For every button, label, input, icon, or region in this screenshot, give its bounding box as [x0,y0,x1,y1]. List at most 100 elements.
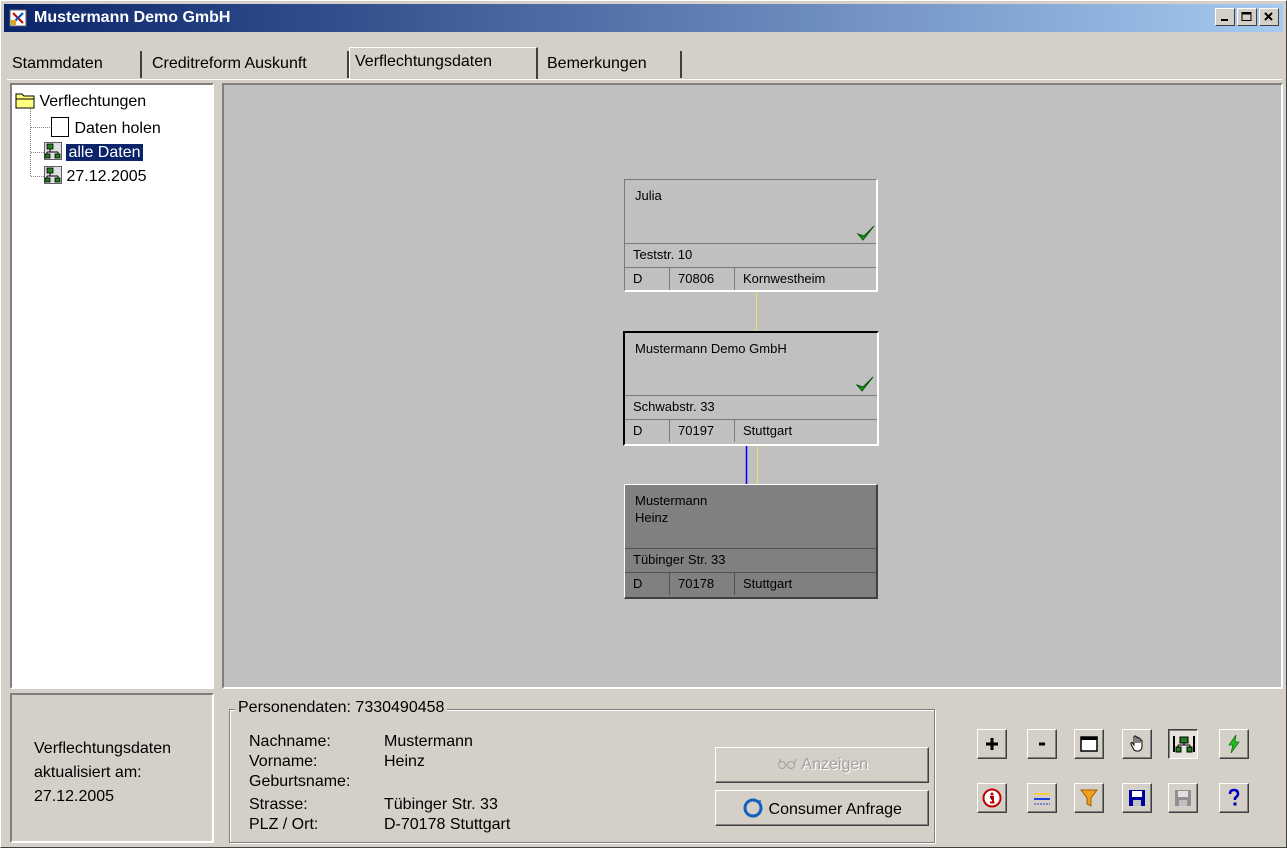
label-plz-ort: PLZ / Ort: [249,816,319,833]
tab-creditreform-auskunft[interactable]: Creditreform Auskunft [147,51,349,78]
app-icon [9,9,27,27]
filter-icon [1080,789,1098,807]
help-icon [1228,788,1240,806]
save-button[interactable] [1122,783,1152,813]
title-bar[interactable]: Mustermann Demo GmbH [4,4,1283,32]
folder-icon [15,93,35,109]
node-zip: 70178 [669,573,734,595]
status-text: Verflechtungsdaten aktualisiert am: 27.1… [34,737,171,809]
consumer-anfrage-button[interactable]: Consumer Anfrage [715,790,929,826]
maximize-icon [1241,12,1252,21]
tree-root-label: Verflechtungen [39,93,147,110]
anzeigen-button[interactable]: Anzeigen [715,747,929,783]
tab-label: Bemerkungen [547,55,647,72]
entity-node-mustermann-heinz[interactable]: Mustermann Heinz Tübinger Str. 33 D 7017… [624,484,878,599]
tree-item-label-selected: alle Daten [66,144,143,161]
status-line-3: 27.12.2005 [34,788,115,805]
refresh-circle-icon [743,798,763,818]
node-country: D [633,271,643,286]
hand-icon [1130,735,1143,752]
window-icon [1080,736,1098,752]
info-icon [982,788,1002,808]
tab-label: Verflechtungsdaten [355,53,492,70]
window-title: Mustermann Demo GmbH [34,9,231,26]
anzeigen-label: Anzeigen [801,756,869,773]
tab-bemerkungen[interactable]: Bemerkungen [542,51,682,78]
legend-button[interactable] [1027,783,1057,813]
app-window: Mustermann Demo GmbH Stammdaten Creditre… [0,0,1287,848]
node-city: Stuttgart [734,573,877,595]
checkmark-icon [855,376,874,392]
minimize-icon [1221,19,1228,21]
lines-icon [1034,793,1050,805]
person-data-title: Personendaten: 7330490458 [235,699,448,717]
label-geburtsname: Geburtsname: [249,773,351,790]
checkmark-icon [856,225,875,241]
tree-panel[interactable]: Verflechtungen Daten holen alle Daten 27… [10,83,214,689]
plus-icon [986,738,998,750]
node-country: D [633,423,643,438]
graph-canvas[interactable]: Julia Teststr. 10 D 70806 Kornwestheim M… [222,83,1283,689]
lightning-icon [1228,734,1240,754]
value-vorname: Heinz [384,753,425,770]
close-icon [1264,12,1273,21]
node-name: Mustermann Heinz [635,492,707,526]
minimize-button[interactable] [1215,8,1235,26]
tab-label: Creditreform Auskunft [152,55,307,72]
tree-item-label: 27.12.2005 [66,168,147,185]
save-disabled-button[interactable] [1168,783,1198,813]
node-address: D 70806 Kornwestheim [625,267,876,290]
empty-document-icon [51,117,69,137]
filter-button[interactable] [1074,783,1104,813]
node-street: Teststr. 10 [625,243,876,266]
glasses-icon [777,758,797,769]
value-strasse: Tübinger Str. 33 [384,796,498,813]
network-icon [1173,736,1195,753]
label-nachname: Nachname: [249,733,331,750]
consumer-anfrage-label: Consumer Anfrage [768,801,902,818]
node-country: D [633,576,643,591]
close-button[interactable] [1259,8,1279,26]
tree-item-label: Daten holen [74,120,161,137]
node-address: D 70178 Stuttgart [625,572,876,595]
node-street-text: Schwabstr. 33 [633,399,715,414]
node-zip: 70197 [669,420,734,442]
tree-item-daten-holen[interactable]: Daten holen [50,116,161,139]
maximize-button[interactable] [1237,8,1257,26]
refresh-data-button[interactable] [1219,729,1249,759]
minus-icon [1039,742,1045,746]
pan-tool-button[interactable] [1122,729,1152,759]
value-nachname: Mustermann [384,733,473,750]
tree-item-27-12-2005[interactable]: 27.12.2005 [44,166,147,187]
entity-node-julia[interactable]: Julia Teststr. 10 D 70806 Kornwestheim [624,179,878,292]
label-strasse: Strasse: [249,796,308,813]
node-city: Kornwestheim [734,268,879,290]
zoom-out-button[interactable] [1027,729,1057,759]
tab-stammdaten[interactable]: Stammdaten [7,51,142,78]
node-city: Stuttgart [734,420,879,442]
node-zip: 70806 [669,268,734,290]
node-street-text: Tübinger Str. 33 [633,552,726,567]
node-name-line1: Mustermann [635,493,708,508]
tree-root[interactable]: Verflechtungen [15,91,146,112]
info-button[interactable] [977,783,1007,813]
fit-window-button[interactable] [1074,729,1104,759]
tree-item-alle-daten[interactable]: alle Daten [44,142,143,163]
save-disabled-icon [1175,790,1191,806]
status-line-1: Verflechtungsdaten [34,740,171,757]
label-vorname: Vorname: [249,753,318,770]
zoom-in-button[interactable] [977,729,1007,759]
help-button[interactable] [1219,783,1249,813]
value-plz-ort: D-70178 Stuttgart [384,816,511,833]
node-street-text: Teststr. 10 [633,247,693,262]
node-name-line2: Heinz [635,510,669,525]
entity-node-mustermann-demo-gmbh[interactable]: Mustermann Demo GmbH Schwabstr. 33 D 701… [623,331,879,446]
node-name: Julia [635,188,662,203]
network-view-button[interactable] [1168,729,1198,759]
status-line-2: aktualisiert am: [34,764,142,781]
node-street: Schwabstr. 33 [625,395,877,418]
network-icon [44,166,62,184]
node-name: Mustermann Demo GmbH [635,341,787,356]
status-panel: Verflechtungsdaten aktualisiert am: 27.1… [10,693,214,843]
tab-verflechtungsdaten[interactable]: Verflechtungsdaten [349,47,538,79]
